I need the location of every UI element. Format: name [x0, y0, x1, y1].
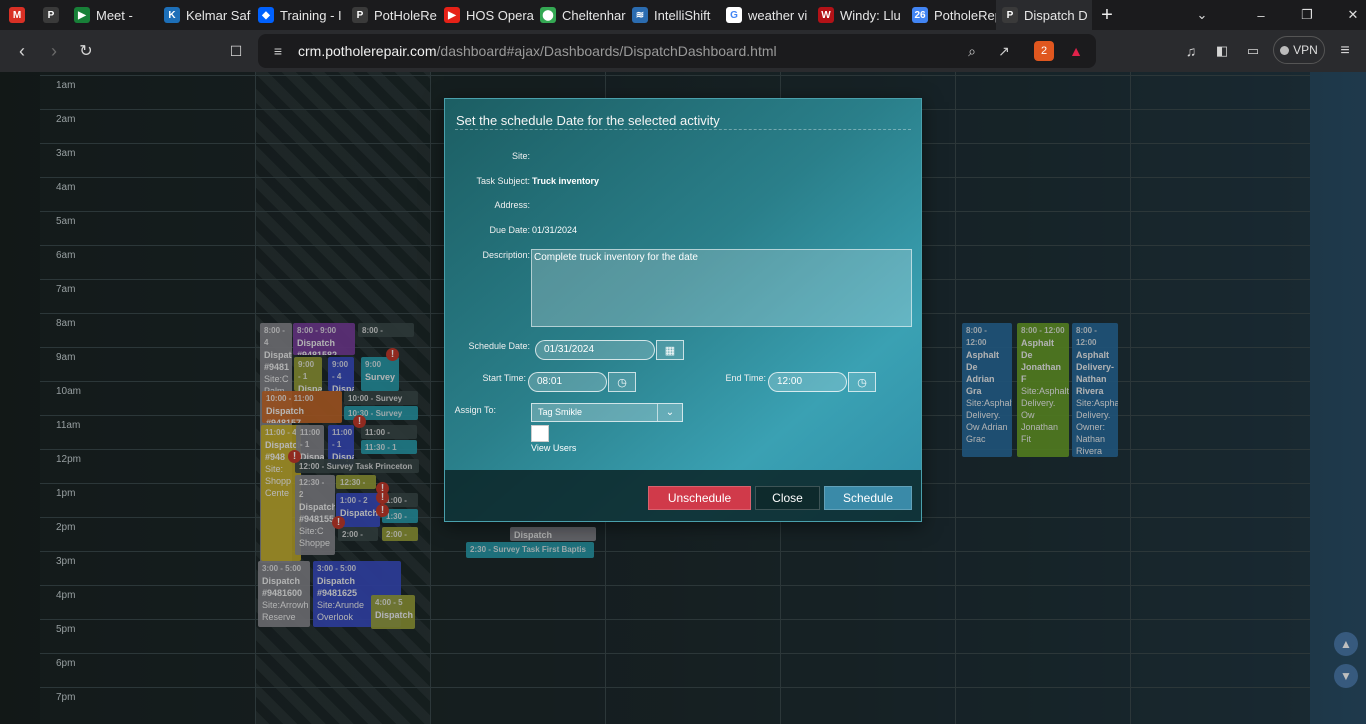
brave-rewards-icon[interactable]: ▲ [1066, 41, 1086, 61]
browser-tab[interactable]: ▶ Meet - [68, 0, 158, 30]
view-users-label: View Users [531, 443, 577, 453]
due-date-label: Due Date: [489, 225, 530, 235]
dialog-footer: Unschedule Close Schedule [445, 470, 921, 521]
title-divider [455, 129, 911, 130]
tab-label: PotHoleRe [374, 7, 437, 23]
bookmark-icon[interactable]: ☐ [223, 38, 249, 64]
restore-icon[interactable]: ❐ [1284, 0, 1330, 30]
tab-label: PotholeRep [934, 7, 996, 23]
tab-label: weather vi [748, 7, 808, 23]
site-info-icon[interactable]: ≡ [268, 41, 288, 61]
tab-label: Windy: Llu [840, 7, 901, 23]
maps-icon: ⬤ [540, 7, 556, 23]
tab-label: Dispatch D [1024, 7, 1088, 23]
end-time-input[interactable]: 12:00 [768, 372, 847, 392]
unschedule-button[interactable]: Unschedule [648, 486, 751, 510]
chevron-down-icon[interactable]: ⌄ [657, 404, 682, 421]
browser-tab[interactable]: P Dispatch D [996, 0, 1092, 30]
tab-label: Training - I [280, 7, 342, 23]
browser-tab-strip: M P ▶ Meet - K Kelmar Saf ◆ Training - I P PotHol… [0, 0, 1366, 30]
reload-icon[interactable]: ↻ [73, 38, 99, 64]
schedule-button[interactable]: Schedule [824, 486, 912, 510]
zoom-icon[interactable]: ⌕ [962, 41, 982, 61]
browser-tab[interactable]: K Kelmar Saf [158, 0, 252, 30]
due-date-value: 01/31/2024 [532, 225, 578, 235]
calendar-picker-icon[interactable]: ▦ [656, 340, 684, 360]
dialog-title: Set the schedule Date for the selected a… [456, 113, 720, 128]
description-textarea[interactable]: Complete truck inventory for the date [531, 249, 912, 327]
browser-tab[interactable]: M [0, 0, 34, 30]
start-time-label: Start Time: [482, 373, 526, 383]
tab-label: Cheltenhar [562, 7, 626, 23]
tab-label: IntelliShift [654, 7, 711, 23]
potholerepair-icon: P [43, 7, 59, 23]
browser-tab[interactable]: ◆ Training - I [252, 0, 346, 30]
schedule-dialog: Set the schedule Date for the selected a… [444, 98, 922, 522]
potholerepair-icon: P [1002, 7, 1018, 23]
chevron-down-icon[interactable]: ⌄ [1179, 0, 1225, 30]
tab-label: Meet - [96, 7, 133, 23]
url-host: crm.potholerepair.com [298, 43, 437, 59]
minimize-icon[interactable]: – [1238, 0, 1284, 30]
browser-tab[interactable]: P [34, 0, 68, 30]
google-icon: G [726, 7, 742, 23]
menu-icon[interactable]: ≡ [1332, 38, 1358, 64]
description-label: Description: [482, 250, 530, 260]
brave-shields-icon[interactable]: 2 [1034, 41, 1054, 61]
end-clock-icon[interactable]: ◷ [848, 372, 876, 392]
brave-shields-badge: 2 [1040, 45, 1048, 57]
close-button[interactable]: Close [755, 486, 820, 510]
view-users-checkbox[interactable] [531, 425, 549, 442]
browser-tab[interactable]: 26 PotholeRep [906, 0, 996, 30]
vpn-status-icon [1280, 45, 1290, 55]
start-time-input[interactable]: 08:01 [528, 372, 607, 392]
dropbox-icon: ◆ [258, 7, 274, 23]
browser-tab[interactable]: ▶ HOS Opera [438, 0, 534, 30]
browser-tab[interactable]: P PotHoleRe [346, 0, 438, 30]
new-tab-icon[interactable]: + [1092, 0, 1122, 30]
music-icon[interactable]: ♫ [1178, 38, 1204, 64]
wallet-icon[interactable]: ▭ [1240, 38, 1266, 64]
task-subject-label: Task Subject: [476, 176, 530, 186]
vpn-label: VPN [1293, 43, 1318, 57]
kelmar-icon: K [164, 7, 180, 23]
back-icon[interactable]: ‹ [9, 38, 35, 64]
start-clock-icon[interactable]: ◷ [608, 372, 636, 392]
browser-tab[interactable]: Gweather vi [720, 0, 812, 30]
sidebar-icon[interactable]: ◧ [1209, 38, 1235, 64]
task-subject-value: Truck inventory [532, 176, 600, 186]
assign-to-label: Assign To: [454, 405, 496, 415]
address-bar[interactable]: ≡ crm.potholerepair.com/dashboard#ajax/D… [258, 34, 1096, 68]
vpn-button[interactable]: VPN [1273, 36, 1325, 64]
intellishift-icon: ≋ [632, 7, 648, 23]
potholerepair-icon: P [352, 7, 368, 23]
youtube-icon: ▶ [444, 7, 460, 23]
end-time-label: End Time: [725, 373, 766, 383]
browser-tab[interactable]: W Windy: Llu [812, 0, 906, 30]
share-icon[interactable]: ↗ [994, 41, 1014, 61]
meet-icon: ▶ [74, 7, 90, 23]
forward-icon[interactable]: › [41, 38, 67, 64]
site-label: Site: [511, 151, 530, 161]
schedule-date-label: Schedule Date: [468, 341, 530, 351]
schedule-date-input[interactable]: 01/31/2024 [535, 340, 655, 360]
url-path: /dashboard#ajax/Dashboards/DispatchDashb… [436, 43, 777, 59]
url-text[interactable]: crm.potholerepair.com/dashboard#ajax/Das… [298, 43, 777, 59]
tab-label: HOS Opera [466, 7, 534, 23]
gmail-icon: M [9, 7, 25, 23]
browser-tab[interactable]: ≋ IntelliShift [626, 0, 720, 30]
windy-icon: W [818, 7, 834, 23]
close-window-icon[interactable]: ✕ [1330, 0, 1366, 30]
calendar-icon: 26 [912, 7, 928, 23]
browser-toolbar: ‹ › ↻ ☐ ≡ crm.potholerepair.com/dashboar… [0, 30, 1366, 72]
address-label: Address: [494, 200, 530, 210]
browser-tab[interactable]: ⬤ Cheltenhar [534, 0, 626, 30]
tab-label: Kelmar Saf [186, 7, 251, 23]
